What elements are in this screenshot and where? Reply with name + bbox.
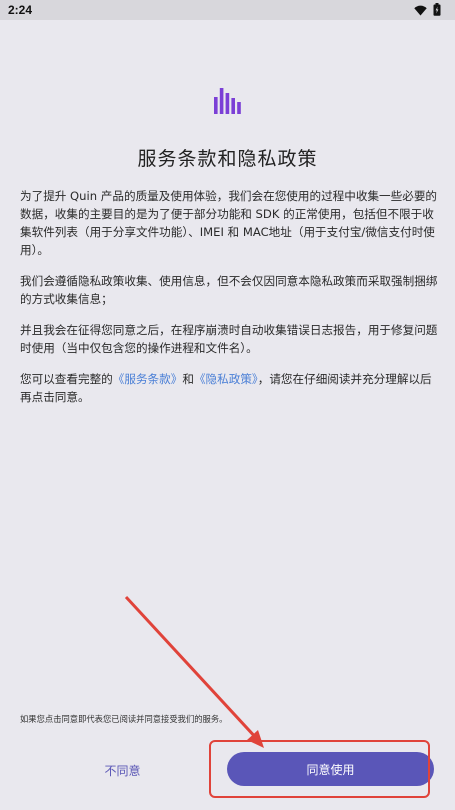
wifi-icon — [414, 1, 427, 20]
status-icons — [414, 1, 441, 20]
status-time: 2:24 — [8, 3, 33, 17]
battery-icon — [433, 1, 441, 20]
policy-content: 为了提升 Quin 产品的质量及使用体验，我们会在您使用的过程中收集一些必要的数… — [20, 187, 438, 419]
policy-paragraph-3: 并且我会在征得您同意之后，在程序崩溃时自动收集错误日志报告，用于修复问题时使用（… — [20, 323, 438, 355]
paragraph-4-and: 和 — [182, 372, 194, 386]
disagree-button[interactable]: 不同意 — [85, 755, 160, 785]
consent-notice: 如果您点击同意即代表您已阅读并同意接受我们的服务。 — [20, 714, 228, 724]
status-bar: 2:24 — [0, 0, 455, 20]
privacy-policy-link[interactable]: 《隐私政策》 — [194, 372, 258, 386]
policy-paragraph-2: 我们会遵循隐私政策收集、使用信息，但不会仅因同意本隐私政策而采取强制捆绑的方式收… — [20, 274, 438, 306]
dialog-title: 服务条款和隐私政策 — [137, 148, 318, 170]
policy-paragraph-1: 为了提升 Quin 产品的质量及使用体验，我们会在您使用的过程中收集一些必要的数… — [20, 189, 438, 257]
paragraph-4-prefix: 您可以查看完整的 — [20, 372, 113, 386]
policy-paragraph-4: 您可以查看完整的《服务条款》和《隐私政策》，请您在仔细阅读并充分理解以后再点击同… — [20, 370, 438, 406]
terms-of-service-link[interactable]: 《服务条款》 — [113, 372, 183, 386]
agree-button[interactable]: 同意使用 — [227, 752, 434, 786]
bar-chart-logo-icon — [214, 88, 241, 114]
